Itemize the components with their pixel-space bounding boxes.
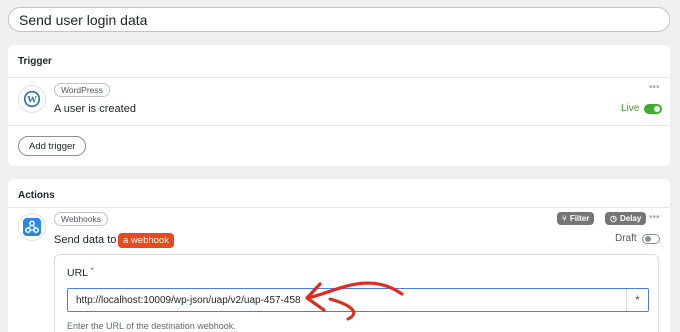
live-toggle[interactable] (644, 103, 663, 114)
status-label: Live (621, 103, 640, 114)
url-label: URL * (67, 266, 94, 279)
svg-text:W: W (27, 94, 37, 105)
url-help-text: Enter the URL of the destination webhook… (67, 321, 236, 331)
required-mark: * (90, 266, 94, 275)
trigger-header: Trigger (18, 56, 52, 67)
filter-label: Filter (569, 214, 590, 223)
trigger-status[interactable]: Live (621, 103, 663, 114)
status-label: Draft (615, 233, 637, 244)
draft-toggle[interactable] (641, 233, 660, 244)
workflow-title-text: Send user login data (19, 11, 148, 28)
filter-button[interactable]: ⑂ Filter (557, 212, 595, 225)
app-badge-wordpress: WordPress (54, 83, 110, 97)
filter-icon: ⑂ (562, 214, 567, 223)
divider (8, 77, 670, 78)
delay-label: Delay (619, 214, 642, 223)
annotation-arrow-icon (305, 281, 404, 321)
add-trigger-button[interactable]: Add trigger (18, 136, 87, 156)
app-badge-webhooks: Webhooks (54, 212, 109, 226)
action-step-prefix: Send data to (54, 234, 117, 246)
more-horizontal-icon[interactable]: ••• (649, 83, 660, 93)
divider (8, 125, 670, 126)
clock-icon: ◷ (610, 214, 617, 223)
trigger-step-text[interactable]: A user is created (54, 103, 136, 115)
wordpress-icon: W (18, 85, 46, 113)
webhook-tag[interactable]: a webhook (118, 233, 174, 248)
divider (8, 207, 670, 208)
delay-button[interactable]: ◷ Delay (605, 212, 647, 225)
action-status[interactable]: Draft (615, 233, 660, 244)
insert-token-button[interactable]: * (626, 289, 648, 311)
webhooks-icon (18, 213, 46, 241)
workflow-title-input[interactable]: Send user login data (8, 7, 670, 32)
actions-header: Actions (18, 190, 55, 201)
more-horizontal-icon[interactable]: ••• (649, 213, 660, 223)
trigger-card: Trigger W WordPress A user is created ••… (8, 45, 670, 166)
